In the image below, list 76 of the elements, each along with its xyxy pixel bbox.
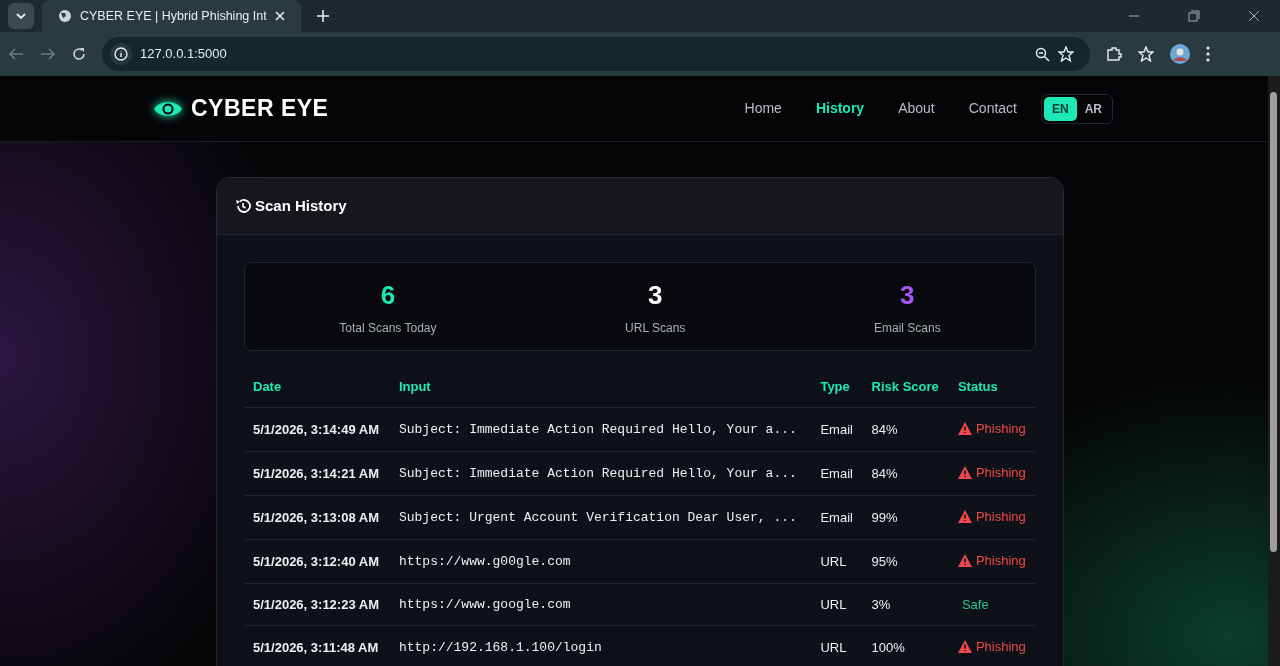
stat-value: 3 [648, 279, 663, 312]
table-cell: Email [811, 495, 863, 540]
back-arrow-icon[interactable] [8, 47, 24, 61]
column-header: Date [244, 367, 390, 408]
table-cell: Subject: Immediate Action Required Hello, Your a... [389, 407, 812, 452]
menu-icon[interactable] [1206, 46, 1210, 62]
reload-icon[interactable] [72, 47, 86, 61]
history-icon [235, 198, 251, 214]
status-text: Phishing [975, 638, 1026, 656]
tab-title: CYBER EYE | Hybrid Phishing Int [80, 7, 267, 25]
status-text: Phishing [975, 420, 1026, 438]
brand-name: CYBER EYE [191, 94, 329, 124]
address-bar[interactable]: 127.0.0.1:5000 [102, 37, 1090, 71]
column-header: Risk Score [862, 367, 949, 408]
new-tab-icon[interactable] [316, 10, 329, 22]
card-title: Scan History [255, 195, 347, 216]
warning-icon [957, 640, 972, 653]
stat-value: 3 [900, 279, 915, 312]
table-cell: 5/1/2026, 3:13:08 AM [244, 495, 390, 540]
bookmarks-icon[interactable] [1138, 46, 1154, 62]
browser-tab[interactable]: CYBER EYE | Hybrid Phishing Int [42, 0, 301, 32]
warning-icon [957, 422, 972, 435]
tab-search-button[interactable] [8, 3, 34, 29]
status-text: Phishing [975, 508, 1026, 526]
url-text: 127.0.0.1:5000 [140, 45, 227, 64]
table-cell: https://www.g00gle.com [389, 539, 812, 584]
nav-link[interactable]: Home [744, 98, 782, 119]
info-icon[interactable] [110, 43, 132, 65]
warning-icon [957, 554, 972, 567]
stat-value: 6 [380, 279, 396, 312]
table-cell: Subject: Immediate Action Required Hello, Your a... [389, 451, 812, 496]
table-cell: 3% [862, 583, 949, 626]
status-text: Safe [961, 596, 989, 614]
table-cell: 84% [862, 451, 949, 496]
scrollbar[interactable] [1268, 76, 1280, 666]
column-header: Input [389, 367, 812, 408]
scrollbar-thumb[interactable] [1270, 92, 1277, 552]
language-toggle[interactable]: EN [1044, 96, 1077, 121]
column-header: Status [948, 367, 1036, 408]
table-cell: URL [811, 583, 863, 626]
table-cell: 100% [862, 625, 949, 666]
nav-link[interactable]: Contact [968, 98, 1017, 119]
table-cell: 5/1/2026, 3:14:21 AM [244, 451, 390, 496]
close-icon[interactable] [1248, 10, 1260, 22]
column-header: Type [811, 367, 863, 408]
language-toggle[interactable]: AR [1076, 96, 1110, 121]
table-cell: http://192.168.1.100/login [389, 625, 812, 666]
table-cell: Email [811, 407, 863, 452]
chevron-down-icon [16, 13, 26, 19]
zoom-out-icon[interactable] [1035, 46, 1050, 62]
table-cell: Email [811, 451, 863, 496]
extensions-icon[interactable] [1106, 46, 1122, 62]
table-cell: 95% [862, 539, 949, 584]
profile-avatar[interactable] [1170, 44, 1190, 64]
status-text: Phishing [975, 464, 1026, 482]
table-cell: 5/1/2026, 3:12:40 AM [244, 539, 390, 584]
table-cell: URL [811, 539, 863, 584]
table-cell: https://www.google.com [389, 583, 812, 626]
stat-label: Total Scans Today [339, 320, 437, 337]
stat-label: URL Scans [625, 320, 686, 337]
table-cell: 5/1/2026, 3:14:49 AM [244, 407, 390, 452]
table-cell: Subject: Urgent Account Verification Dear User, ... [389, 495, 812, 540]
table-cell: 99% [862, 495, 949, 540]
star-icon[interactable] [1058, 46, 1074, 62]
restore-icon[interactable] [1188, 10, 1200, 22]
table-cell: 84% [862, 407, 949, 452]
status-text: Phishing [975, 552, 1026, 570]
forward-arrow-icon[interactable] [40, 47, 56, 61]
stat-label: Email Scans [874, 320, 941, 337]
nav-link[interactable]: About [898, 98, 935, 119]
table-cell: 5/1/2026, 3:11:48 AM [244, 625, 390, 666]
table-cell: 5/1/2026, 3:12:23 AM [244, 583, 390, 626]
table-cell: URL [811, 625, 863, 666]
nav-link[interactable]: History [815, 98, 865, 119]
warning-icon [957, 510, 972, 523]
warning-icon [957, 466, 972, 479]
